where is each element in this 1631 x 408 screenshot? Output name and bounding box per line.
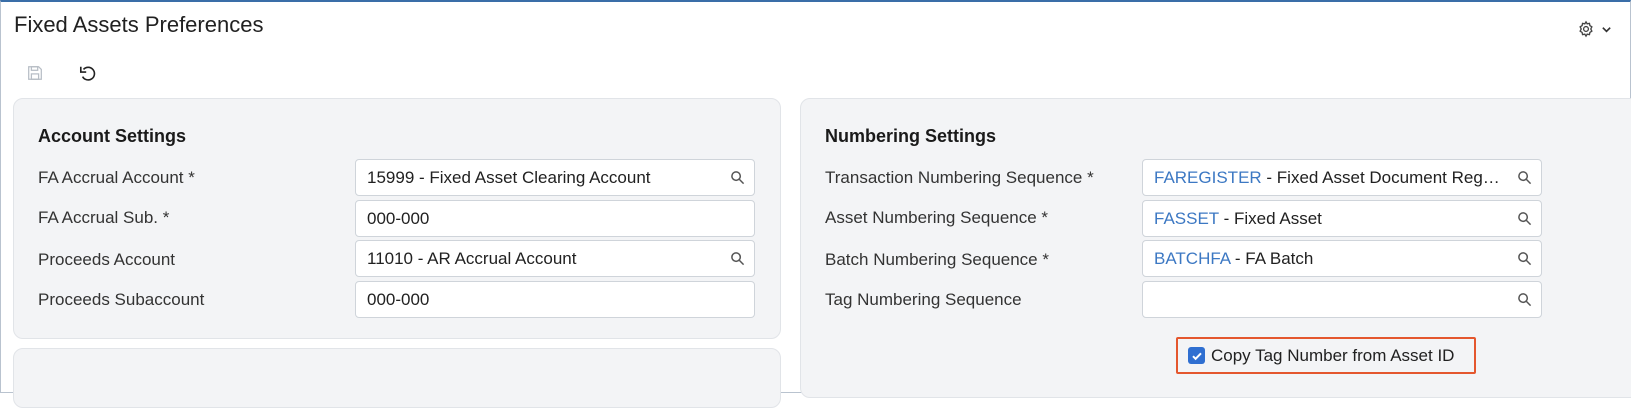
fa-accrual-account-label: FA Accrual Account * — [38, 168, 195, 187]
page-title: Fixed Assets Preferences — [14, 12, 264, 37]
save-icon — [26, 64, 44, 87]
fa-accrual-account-value: 15999 - Fixed Asset Clearing Account — [367, 167, 651, 187]
proceeds-subaccount-field[interactable]: 000-000 — [355, 281, 755, 318]
undo-icon — [78, 64, 98, 87]
search-icon[interactable] — [720, 241, 754, 276]
undo-button[interactable] — [74, 62, 102, 88]
asset-numbering-desc: - Fixed Asset — [1218, 208, 1322, 228]
batch-numbering-link[interactable]: BATCHFA — [1154, 249, 1230, 268]
settings-menu-button[interactable] — [1577, 20, 1617, 42]
lower-panel — [13, 348, 781, 408]
fa-accrual-account-field[interactable]: 15999 - Fixed Asset Clearing Account — [355, 159, 755, 196]
transaction-numbering-desc: - Fixed Asset Document Regis... — [1261, 167, 1507, 187]
gear-icon — [1577, 20, 1595, 43]
batch-numbering-desc: - FA Batch — [1230, 248, 1314, 268]
proceeds-subaccount-value: 000-000 — [367, 289, 430, 309]
fa-accrual-sub-value: 000-000 — [367, 208, 430, 228]
transaction-numbering-link[interactable]: FAREGISTER — [1154, 168, 1262, 187]
numbering-settings-title: Numbering Settings — [825, 126, 997, 146]
search-icon[interactable] — [1507, 201, 1541, 236]
proceeds-account-field[interactable]: 11010 - AR Accrual Account — [355, 240, 755, 277]
asset-numbering-link[interactable]: FASSET — [1154, 209, 1219, 228]
asset-numbering-label: Asset Numbering Sequence * — [825, 208, 1049, 227]
chevron-down-icon — [1601, 22, 1612, 40]
copy-tag-checkbox-highlight: Copy Tag Number from Asset ID — [1176, 337, 1476, 374]
asset-numbering-field[interactable]: FASSET - Fixed Asset — [1142, 200, 1542, 237]
tag-numbering-field[interactable] — [1142, 281, 1542, 318]
save-button[interactable] — [21, 62, 49, 88]
transaction-numbering-field[interactable]: FAREGISTER - Fixed Asset Document Regis.… — [1142, 159, 1542, 196]
account-settings-title: Account Settings — [38, 126, 187, 146]
search-icon[interactable] — [1507, 241, 1541, 276]
fa-accrual-sub-label: FA Accrual Sub. * — [38, 208, 170, 227]
search-icon[interactable] — [720, 160, 754, 195]
batch-numbering-field[interactable]: BATCHFA - FA Batch — [1142, 240, 1542, 277]
batch-numbering-label: Batch Numbering Sequence * — [825, 250, 1049, 269]
copy-tag-checkbox-label[interactable]: Copy Tag Number from Asset ID — [1211, 346, 1454, 366]
transaction-numbering-label: Transaction Numbering Sequence * — [825, 168, 1094, 187]
proceeds-account-label: Proceeds Account — [38, 250, 176, 269]
fa-accrual-sub-field[interactable]: 000-000 — [355, 200, 755, 237]
proceeds-subaccount-label: Proceeds Subaccount — [38, 290, 205, 309]
tag-numbering-label: Tag Numbering Sequence — [825, 290, 1022, 309]
search-icon[interactable] — [1507, 160, 1541, 195]
proceeds-account-value: 11010 - AR Accrual Account — [367, 248, 577, 268]
search-icon[interactable] — [1507, 282, 1541, 317]
copy-tag-checkbox[interactable] — [1188, 347, 1205, 364]
